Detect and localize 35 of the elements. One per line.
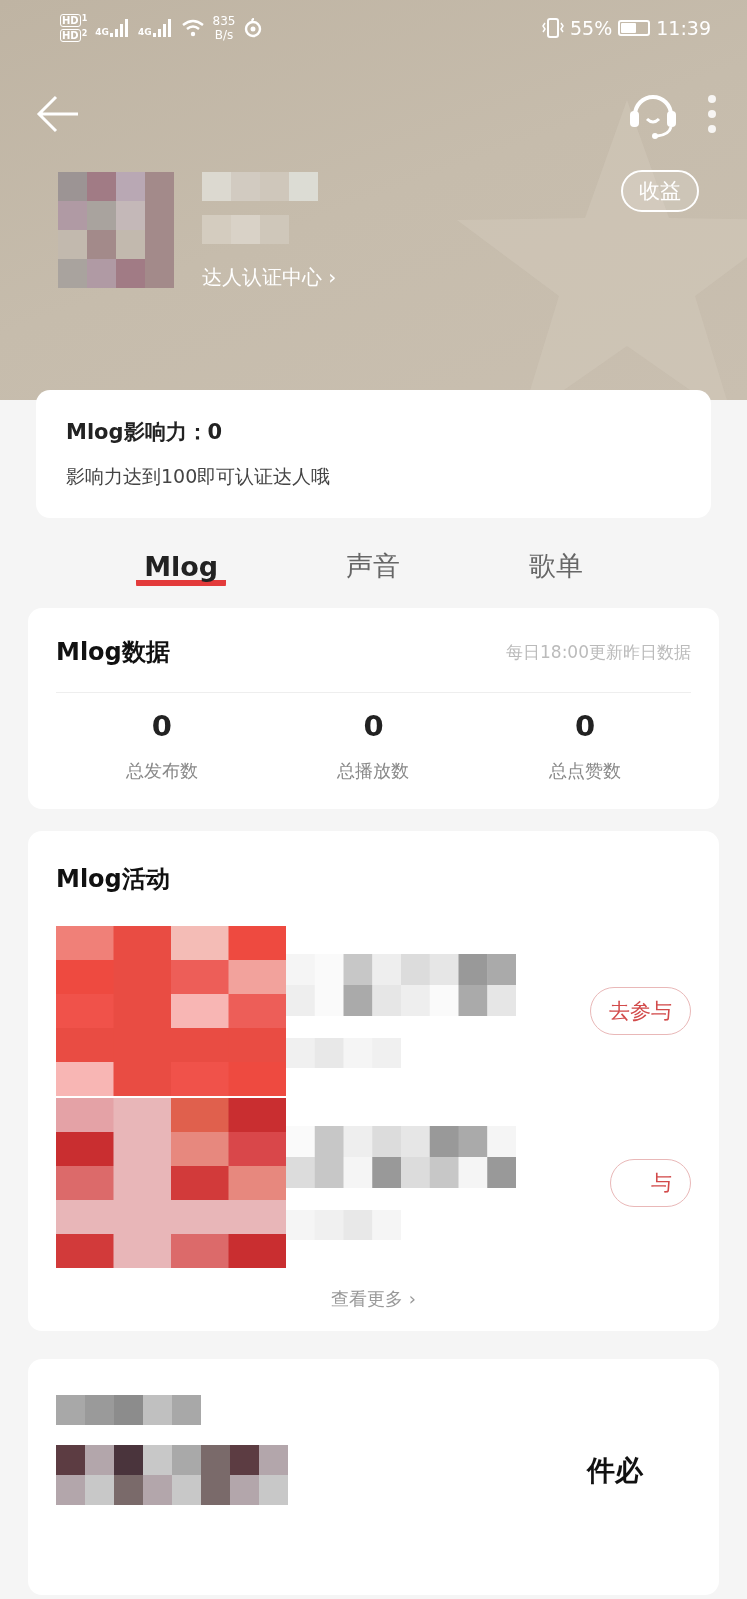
view-more-link[interactable]: 查看更多 › [331, 1287, 416, 1311]
speed-unit: B/s [214, 28, 234, 42]
wifi-icon [180, 19, 205, 37]
battery-percent: 55% [570, 17, 613, 39]
join-button[interactable]: 去参与 [590, 987, 691, 1035]
music-app-icon [243, 18, 264, 38]
signal-icon [152, 19, 173, 37]
clock: 11:39 [656, 17, 711, 39]
vibrate-icon [542, 17, 564, 39]
stat-value: 0 [151, 709, 172, 743]
influence-hint: 影响力达到100即可认证达人哦 [66, 464, 332, 489]
stat-label: 总播放数 [337, 759, 410, 783]
hd-badge: HD [60, 14, 81, 27]
card-title: Mlog活动 [56, 864, 171, 895]
influence-score: Mlog影响力：0 [66, 419, 224, 446]
item-title: 件必 [587, 1453, 643, 1489]
network-type: 4G [95, 27, 109, 37]
battery-icon [618, 20, 651, 36]
hd-badge: HD [60, 29, 81, 42]
sim-slot: 2 [81, 29, 88, 42]
card-title: Mlog数据 [56, 637, 170, 668]
stat-label: 总发布数 [125, 759, 198, 783]
back-arrow-icon[interactable] [36, 94, 80, 134]
sim-slot: 1 [81, 14, 88, 27]
network-type: 4G [137, 27, 152, 37]
update-note: 每日18:00更新昨日数据 [506, 640, 691, 664]
network-speed: 835 [212, 14, 236, 28]
stat-value: 0 [575, 709, 596, 743]
signal-icon [109, 19, 130, 37]
join-button[interactable]: 与 [610, 1159, 691, 1207]
tab[interactable]: 声音 [338, 544, 409, 588]
stat-label: 总点赞数 [549, 759, 622, 783]
more-icon[interactable] [707, 94, 717, 134]
tab[interactable]: 歌单 [520, 544, 591, 588]
stat-value: 0 [363, 709, 384, 743]
